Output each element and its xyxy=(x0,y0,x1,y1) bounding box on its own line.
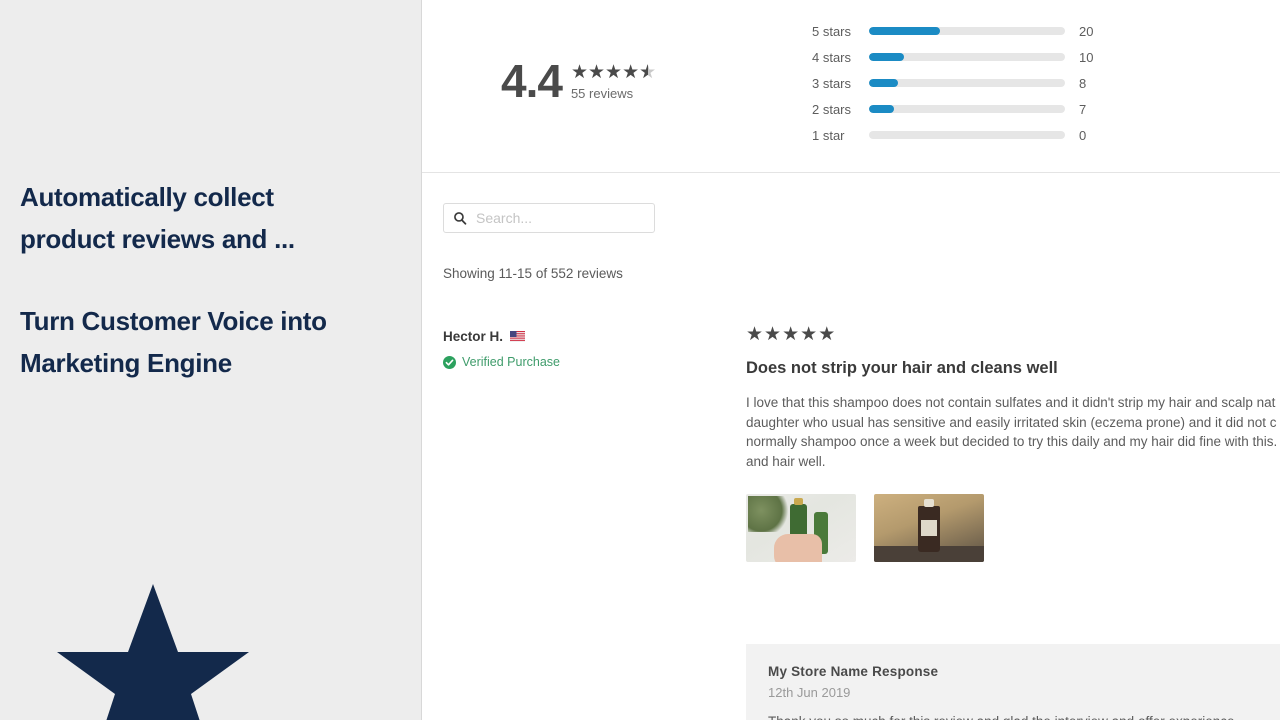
star-icon: ★ xyxy=(570,62,588,83)
rating-bar-count: 8 xyxy=(1079,75,1087,91)
showing-count-label: Showing 11-15 of 552 reviews xyxy=(443,266,623,281)
average-rating-group: 4.4 ★★★★★★ 55 reviews xyxy=(501,58,656,104)
rating-bar-label: 5 stars xyxy=(812,23,852,39)
review-photo-green-bottle[interactable] xyxy=(746,494,856,562)
store-response-date: 12th Jun 2019 xyxy=(768,685,851,700)
star-icon: ★ xyxy=(800,324,819,345)
search-box[interactable] xyxy=(443,203,655,233)
rating-bar-fill xyxy=(869,79,899,87)
promo-line-1: Automatically collect xyxy=(20,182,274,212)
star-icon xyxy=(57,580,249,720)
promo-line-2: product reviews and ... xyxy=(20,224,295,254)
rating-bar-track xyxy=(869,131,1065,139)
rating-bar-fill xyxy=(869,53,905,61)
store-response-body: Thank you so much for this review and gl… xyxy=(768,712,1258,720)
rating-bar-label: 4 stars xyxy=(812,49,852,65)
summary-divider xyxy=(422,172,1280,173)
average-rating-value: 4.4 xyxy=(501,55,563,107)
reviewer-name-row: Hector H. xyxy=(443,329,723,344)
review-title: Does not strip your hair and cleans well xyxy=(746,359,1058,377)
review-photo-amber-bottle[interactable] xyxy=(874,494,984,562)
review-photos xyxy=(746,494,1280,562)
rating-bar-row[interactable]: 5 stars 20 xyxy=(812,18,1103,44)
rating-bar-label: 2 stars xyxy=(812,101,852,117)
reviews-widget: 4.4 ★★★★★★ 55 reviews 5 stars 2 xyxy=(422,0,1280,720)
review-stars: ★★★★★ xyxy=(746,325,1280,345)
rating-bar-count: 20 xyxy=(1079,23,1094,39)
us-flag-icon xyxy=(510,331,526,342)
search-input[interactable] xyxy=(474,209,643,227)
rating-bar-row[interactable]: 4 stars 10 xyxy=(812,44,1103,70)
rating-bar-count: 7 xyxy=(1079,101,1087,117)
rating-distribution: 5 stars 20 4 stars 10 3 stars 8 2 stars … xyxy=(812,18,1103,148)
rating-bar-row[interactable]: 3 stars 8 xyxy=(812,70,1103,96)
rating-bar-row[interactable]: 2 stars 7 xyxy=(812,96,1103,122)
star-icon: ★ xyxy=(818,324,837,345)
rating-bar-fill xyxy=(869,27,940,35)
star-icon: ★ xyxy=(588,62,606,83)
review-content: ★★★★★ Does not strip your hair and clean… xyxy=(746,325,1280,562)
reviews-controls: Showing 11-15 of 552 reviews xyxy=(443,203,655,281)
star-icon: ★ xyxy=(605,62,623,83)
app-screenshot: Automatically collect product reviews an… xyxy=(0,0,1280,720)
promo-spacer xyxy=(20,260,400,300)
star-icon: ★ xyxy=(746,324,765,345)
search-icon xyxy=(453,211,467,225)
rating-bar-label: 3 stars xyxy=(812,75,852,91)
star-icon: ★ xyxy=(622,62,640,83)
rating-summary: 4.4 ★★★★★★ 55 reviews 5 stars 2 xyxy=(422,0,1280,172)
rating-bar-track xyxy=(869,79,1065,87)
verified-purchase-label: Verified Purchase xyxy=(462,355,560,369)
reviews-count: 55 reviews xyxy=(570,86,634,101)
promo-panel: Automatically collect product reviews an… xyxy=(0,0,421,720)
check-circle-icon xyxy=(443,355,456,369)
rating-bar-label: 1 star xyxy=(812,127,845,143)
star-icon: ★ xyxy=(764,324,783,345)
rating-bar-count: 10 xyxy=(1079,49,1094,65)
verified-purchase-badge: Verified Purchase xyxy=(443,355,723,369)
store-response: My Store Name Response 12th Jun 2019 Tha… xyxy=(746,644,1280,720)
promo-line-3: Turn Customer Voice into xyxy=(20,306,327,336)
rating-bar-row[interactable]: 1 star 0 xyxy=(812,122,1103,148)
rating-bar-track xyxy=(869,105,1065,113)
half-star-icon: ★★ xyxy=(639,62,657,83)
promo-line-4: Marketing Engine xyxy=(20,348,232,378)
promo-headlines: Automatically collect product reviews an… xyxy=(20,176,400,384)
rating-bar-track xyxy=(869,53,1065,61)
star-icon: ★ xyxy=(782,324,801,345)
reviewer-info: Hector H. Verified Purchase xyxy=(443,329,723,369)
rating-bar-fill xyxy=(869,105,895,113)
review-body: I love that this shampoo does not contai… xyxy=(746,395,1278,469)
rating-bar-track xyxy=(869,27,1065,35)
average-stars: ★★★★★★ xyxy=(571,63,656,82)
reviewer-name: Hector H. xyxy=(443,329,504,344)
store-response-name: My Store Name Response xyxy=(768,664,939,679)
rating-bar-count: 0 xyxy=(1079,127,1087,143)
